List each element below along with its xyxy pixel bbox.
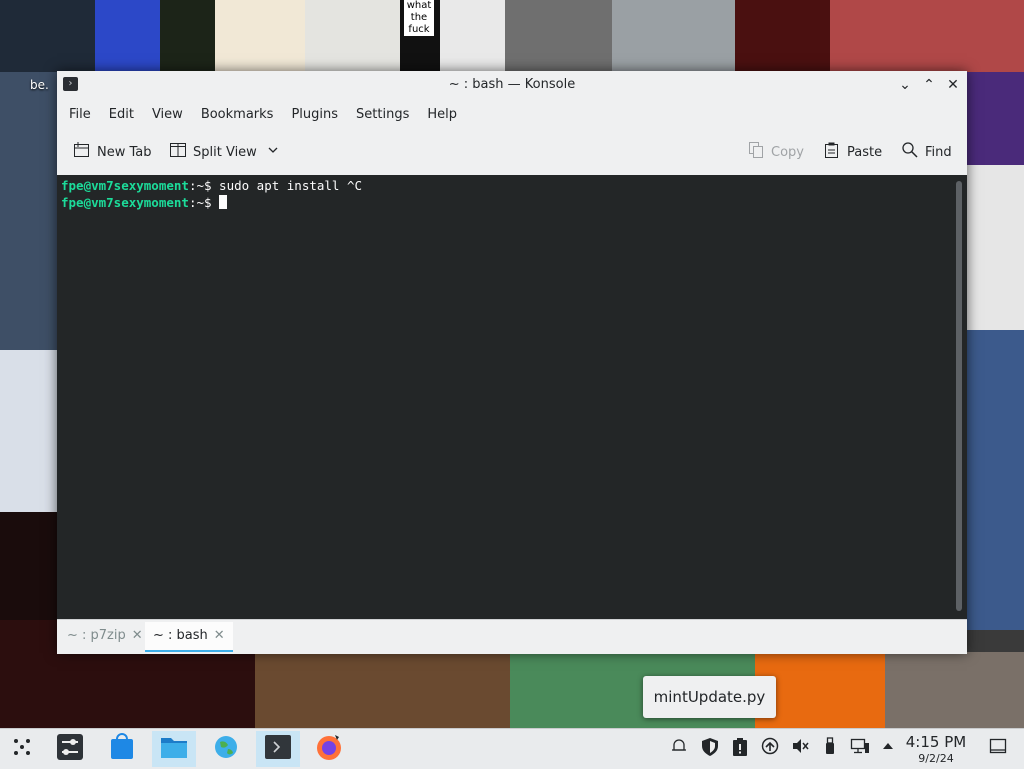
menu-bar: File Edit View Bookmarks Plugins Setting… xyxy=(57,99,967,129)
find-button[interactable]: Find xyxy=(901,141,952,163)
tab-label: ~ : p7zip xyxy=(67,628,126,643)
wallpaper-tile xyxy=(440,0,510,72)
split-view-button[interactable]: Split View xyxy=(169,141,285,163)
new-tab-button[interactable]: New Tab xyxy=(73,141,152,163)
taskbar-konsole[interactable] xyxy=(256,731,300,767)
clock-date: 9/2/24 xyxy=(918,752,954,765)
menu-settings[interactable]: Settings xyxy=(347,107,418,122)
wallpaper-tile xyxy=(0,350,58,515)
wallpaper-tile xyxy=(966,330,1024,630)
clock-time: 4:15 PM xyxy=(905,733,967,751)
wallpaper-tile xyxy=(0,512,58,622)
close-icon[interactable]: ✕ xyxy=(943,75,963,95)
tab-label: ~ : bash xyxy=(153,628,208,643)
wallpaper-tile xyxy=(735,0,830,72)
terminal-line: fpe@vm7sexymoment:~$ sudo apt install ^C xyxy=(61,178,362,193)
show-desktop-icon[interactable] xyxy=(987,737,1009,759)
menu-edit[interactable]: Edit xyxy=(100,107,143,122)
terminal-view[interactable]: fpe@vm7sexymoment:~$ sudo apt install ^C… xyxy=(57,175,967,619)
notifications-icon[interactable] xyxy=(668,737,690,759)
folder-icon xyxy=(159,733,189,765)
menu-plugins[interactable]: Plugins xyxy=(282,107,347,122)
desktop-icon-label[interactable]: be. xyxy=(30,78,49,92)
launcher-icon xyxy=(10,735,34,763)
prompt-user: fpe@vm7sexymoment xyxy=(61,195,189,210)
prompt-path: :~$ xyxy=(188,195,212,210)
wallpaper-tile xyxy=(0,0,100,72)
update-manager-shield-icon[interactable] xyxy=(699,737,721,759)
globe-icon xyxy=(213,734,239,764)
wallpaper-caption: what the fuck xyxy=(404,0,434,36)
terminal-icon xyxy=(264,733,292,765)
window-title: ~ : bash — Konsole xyxy=(448,77,576,92)
minimize-icon[interactable]: ⌄ xyxy=(895,75,915,95)
paste-button[interactable]: Paste xyxy=(823,141,882,163)
menu-bookmarks[interactable]: Bookmarks xyxy=(192,107,283,122)
paste-icon xyxy=(823,141,841,163)
wallpaper-tile xyxy=(160,0,220,72)
wallpaper-tile xyxy=(95,0,165,72)
prompt-user: fpe@vm7sexymoment xyxy=(61,178,189,193)
wallpaper-tile xyxy=(612,0,737,72)
firefox-icon xyxy=(315,732,345,766)
menu-file[interactable]: File xyxy=(60,107,100,122)
taskbar-discover[interactable] xyxy=(100,731,144,767)
title-bar[interactable]: › ~ : bash — Konsole ⌄ ⌃ ✕ xyxy=(57,71,967,99)
taskbar-settings[interactable] xyxy=(48,731,92,767)
konsole-window: › ~ : bash — Konsole ⌄ ⌃ ✕ File Edit Vie… xyxy=(57,71,967,654)
chevron-down-icon[interactable] xyxy=(267,144,279,160)
close-tab-icon[interactable]: ✕ xyxy=(214,628,225,643)
paste-label: Paste xyxy=(847,144,883,160)
tray-tooltip: mintUpdate.py xyxy=(643,676,776,718)
tab-p7zip[interactable]: ~ : p7zip ✕ xyxy=(59,622,151,650)
taskbar-dolphin[interactable] xyxy=(152,731,196,767)
menu-help[interactable]: Help xyxy=(418,107,466,122)
volume-muted-icon[interactable] xyxy=(789,737,811,759)
prompt-path: :~$ xyxy=(188,178,212,193)
terminal-scrollbar[interactable] xyxy=(956,181,962,611)
copy-icon xyxy=(747,141,765,163)
new-tab-icon xyxy=(73,141,91,163)
toolbar: New Tab Split View Copy Paste Find xyxy=(57,129,967,176)
menu-view[interactable]: View xyxy=(143,107,192,122)
find-label: Find xyxy=(925,144,952,160)
wallpaper-tile xyxy=(255,652,515,728)
digital-clock[interactable]: 4:15 PM 9/2/24 xyxy=(900,732,972,766)
wallpaper-tile xyxy=(215,0,310,72)
tab-bash[interactable]: ~ : bash ✕ xyxy=(145,622,233,652)
copy-button[interactable]: Copy xyxy=(747,141,804,163)
wallpaper-tile xyxy=(830,0,1024,72)
taskbar: 4:15 PM 9/2/24 xyxy=(0,728,1024,769)
split-view-icon xyxy=(169,141,187,163)
update-arrow-icon[interactable] xyxy=(759,737,781,759)
terminal-line: fpe@vm7sexymoment:~$ xyxy=(61,195,228,210)
store-icon xyxy=(108,733,136,765)
copy-label: Copy xyxy=(771,144,804,160)
new-tab-label: New Tab xyxy=(97,144,152,160)
system-settings-icon xyxy=(56,733,84,765)
search-icon xyxy=(901,141,919,163)
wallpaper-tile xyxy=(305,0,400,72)
taskbar-firefox[interactable] xyxy=(308,731,352,767)
wallpaper-tile xyxy=(505,0,615,72)
wallpaper-tile xyxy=(885,652,1024,728)
terminal-command xyxy=(212,195,220,210)
clipboard-alert-icon[interactable] xyxy=(729,737,751,759)
wallpaper-tile xyxy=(966,165,1024,335)
maximize-icon[interactable]: ⌃ xyxy=(919,75,939,95)
terminal-command: sudo apt install ^C xyxy=(211,178,363,193)
taskbar-browser-globe[interactable] xyxy=(204,731,248,767)
close-tab-icon[interactable]: ✕ xyxy=(132,628,143,643)
application-launcher[interactable] xyxy=(0,731,44,767)
split-view-label: Split View xyxy=(193,144,257,160)
wallpaper-tile xyxy=(0,72,58,352)
network-wired-icon[interactable] xyxy=(849,737,871,759)
text-cursor xyxy=(219,195,228,209)
wallpaper-tile xyxy=(966,72,1024,172)
tab-bar: ~ : p7zip ✕ ~ : bash ✕ xyxy=(57,619,967,654)
usb-device-icon[interactable] xyxy=(819,737,841,759)
chevron-up-icon[interactable] xyxy=(877,737,899,759)
